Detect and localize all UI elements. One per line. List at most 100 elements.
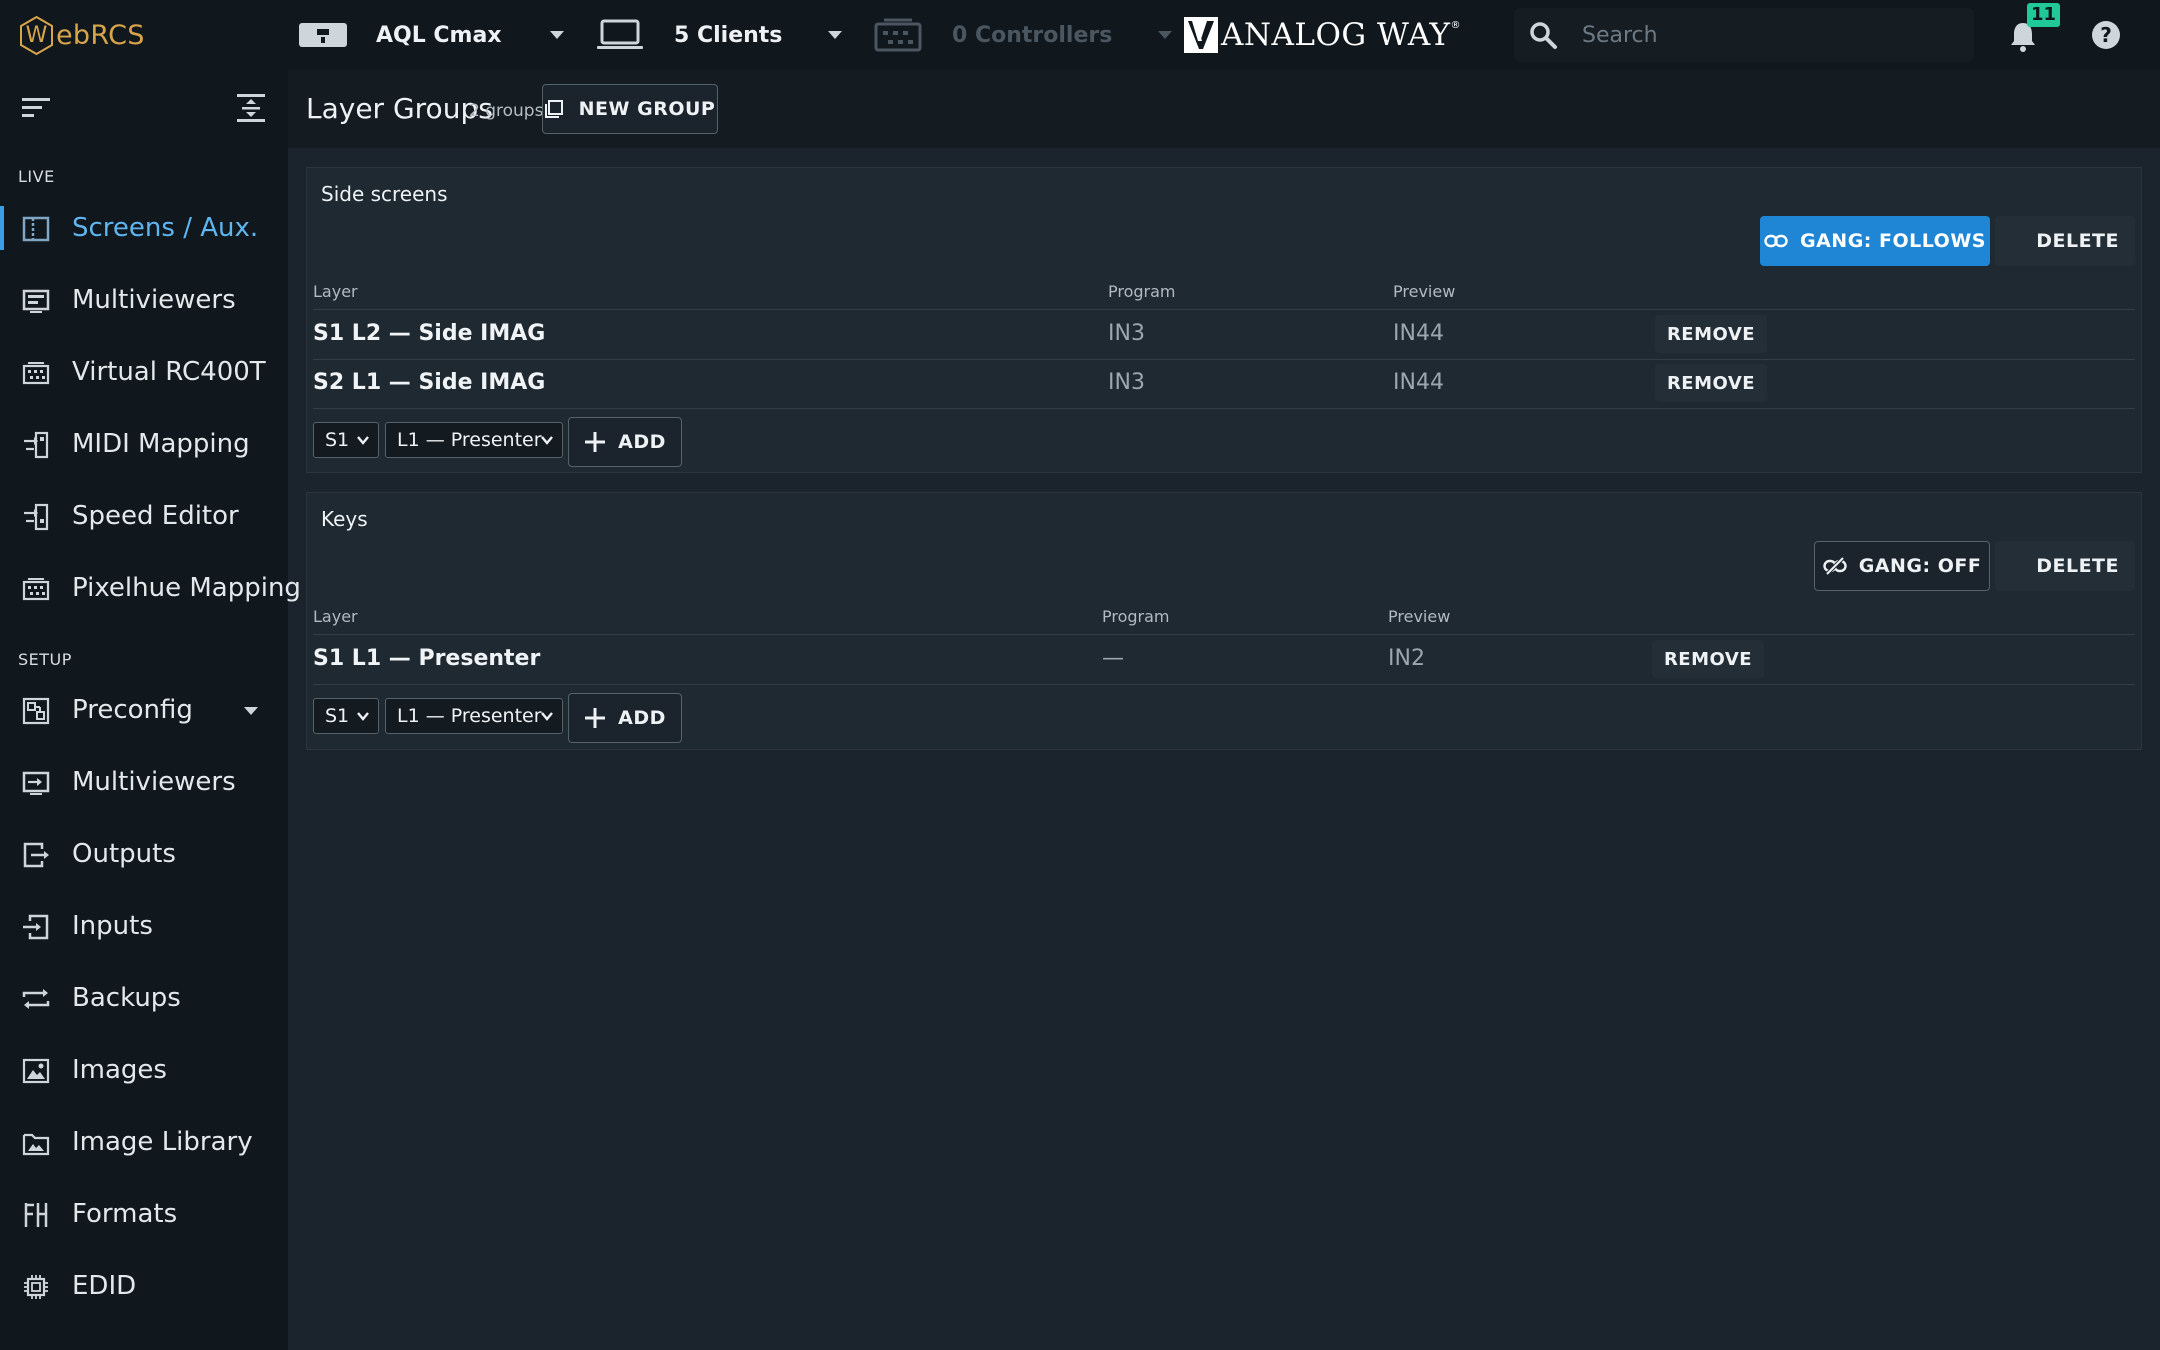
controller-icon [874,18,922,52]
collapse-all-button[interactable] [236,92,266,124]
program-source: IN3 [1108,370,1145,395]
sidebar-item-label: Inputs [72,911,153,941]
group-name: Keys [321,507,368,531]
sidebar-item-label: Backups [72,983,181,1013]
inputs-icon [23,914,49,940]
logo-hexagon-icon: W [18,15,55,56]
midi-icon [24,431,49,459]
sidebar-item-label: Preconfig [72,695,193,725]
sidebar-item-images[interactable]: Images [0,1040,288,1100]
svg-text:?: ? [2100,23,2112,47]
sidebar-item-backups[interactable]: Backups [0,968,288,1028]
search-input[interactable] [1582,22,1962,48]
setup-section-label: SETUP [18,650,72,669]
program-source: IN3 [1108,321,1145,346]
layer-name: S1 L2 — Side IMAG [313,321,546,346]
column-header-program: Program [1108,282,1176,301]
remove-label: REMOVE [1666,323,1756,345]
remove-button[interactable]: REMOVE [1655,364,1767,402]
sidebar-item-outputs[interactable]: Outputs [0,824,288,884]
layer-select[interactable]: L1 — Presenter [385,422,563,458]
sidebar-item-label: Pixelhue Mapping [72,573,301,603]
delete-group-button[interactable]: DELETE [1995,541,2135,591]
remove-button[interactable]: REMOVE [1652,640,1764,678]
new-group-button[interactable]: NEW GROUP [542,84,718,134]
brand-mark-icon [1184,17,1218,53]
delete-group-button[interactable]: DELETE [1995,216,2135,266]
sidebar-item-multiviewers-setup[interactable]: Multiviewers [0,752,288,812]
delete-label: DELETE [2036,230,2119,252]
add-layer-button[interactable]: ADD [568,417,682,467]
sidebar-item-label: Screens / Aux. [72,213,259,243]
sidebar-item-virtual-rc400t[interactable]: Virtual RC400T [0,342,288,402]
collapse-icon [237,94,265,122]
sidebar-item-label: Multiviewers [72,767,236,797]
screens-icon [22,216,50,242]
live-section-label: LIVE [18,167,55,186]
sidebar-item-preconfig[interactable]: Preconfig [0,680,288,740]
sidebar-item-edid[interactable]: EDID [0,1256,288,1316]
controllers-selector[interactable]: 0 Controllers [874,0,1173,70]
clients-selector[interactable]: 5 Clients [596,0,843,70]
add-layer-button[interactable]: ADD [568,693,682,743]
sidebar-item-label: MIDI Mapping [72,429,250,459]
device-selector[interactable]: AQL Cmax [298,0,564,70]
chevron-down-icon [357,436,369,445]
laptop-icon [597,19,643,49]
link-icon [1764,234,1788,248]
backups-icon [22,989,50,1009]
top-bar: W ebRCS AQL Cmax 5 Clients 0 Controllers [0,0,2160,70]
image-library-icon [22,1133,50,1156]
device-icon [299,23,347,47]
preview-source: IN2 [1388,646,1425,671]
layer-select-value: L1 — Presenter [397,429,542,451]
sidebar-item-inputs[interactable]: Inputs [0,896,288,956]
group-count: 2 groups [469,101,544,121]
remove-label: REMOVE [1663,648,1753,670]
new-group-label: NEW GROUP [578,98,716,120]
screen-select-value: S1 [325,705,350,727]
search-box[interactable] [1514,8,1974,62]
preconfig-icon [22,697,50,725]
screen-select[interactable]: S1 [313,422,379,458]
images-icon [22,1058,50,1084]
preview-source: IN44 [1393,321,1444,346]
sidebar: LIVE Screens / Aux. Multiviewers Virtual… [0,70,301,1350]
preview-source: IN44 [1393,370,1444,395]
divider [313,634,2135,635]
layer-select[interactable]: L1 — Presenter [385,698,563,734]
sidebar-item-label: Image Library [72,1127,253,1157]
help-button[interactable]: ? [2091,20,2121,50]
layer-group-side-screens: Side screens GANG: FOLLOWS DELETE Layer … [306,167,2142,473]
page-header: Layer Groups 2 groups NEW GROUP [288,70,2160,148]
app-logo[interactable]: W ebRCS [18,14,145,56]
keyboard-icon [22,578,50,601]
gang-off-button[interactable]: GANG: OFF [1814,541,1990,591]
notification-count-badge: 11 [2027,3,2061,27]
column-header-layer: Layer [313,282,358,301]
plus-icon [585,432,606,452]
sidebar-item-midi-mapping[interactable]: MIDI Mapping [0,414,288,474]
divider [313,408,2135,409]
sidebar-item-speed-editor[interactable]: Speed Editor [0,486,288,546]
remove-button[interactable]: REMOVE [1655,315,1767,353]
layer-name: S1 L1 — Presenter [313,646,541,671]
menu-toggle-button[interactable] [22,96,52,120]
sidebar-item-label: Images [72,1055,167,1085]
sidebar-item-label: EDID [72,1271,137,1301]
sidebar-item-image-library[interactable]: Image Library [0,1112,288,1172]
sidebar-item-multiviewers[interactable]: Multiviewers [0,270,288,330]
column-header-preview: Preview [1393,282,1456,301]
chevron-down-icon [357,712,369,721]
gang-follows-button[interactable]: GANG: FOLLOWS [1760,216,1990,266]
formats-icon [24,1203,48,1227]
remove-label: REMOVE [1666,372,1756,394]
sidebar-item-formats[interactable]: Formats [0,1184,288,1244]
screen-select-value: S1 [325,429,350,451]
sidebar-item-pixelhue-mapping[interactable]: Pixelhue Mapping [0,558,301,618]
chevron-down-icon [828,31,843,39]
sidebar-item-screens-aux[interactable]: Screens / Aux. [0,198,288,258]
screen-select[interactable]: S1 [313,698,379,734]
page-title: Layer Groups [306,92,493,125]
add-label: ADD [618,431,666,453]
